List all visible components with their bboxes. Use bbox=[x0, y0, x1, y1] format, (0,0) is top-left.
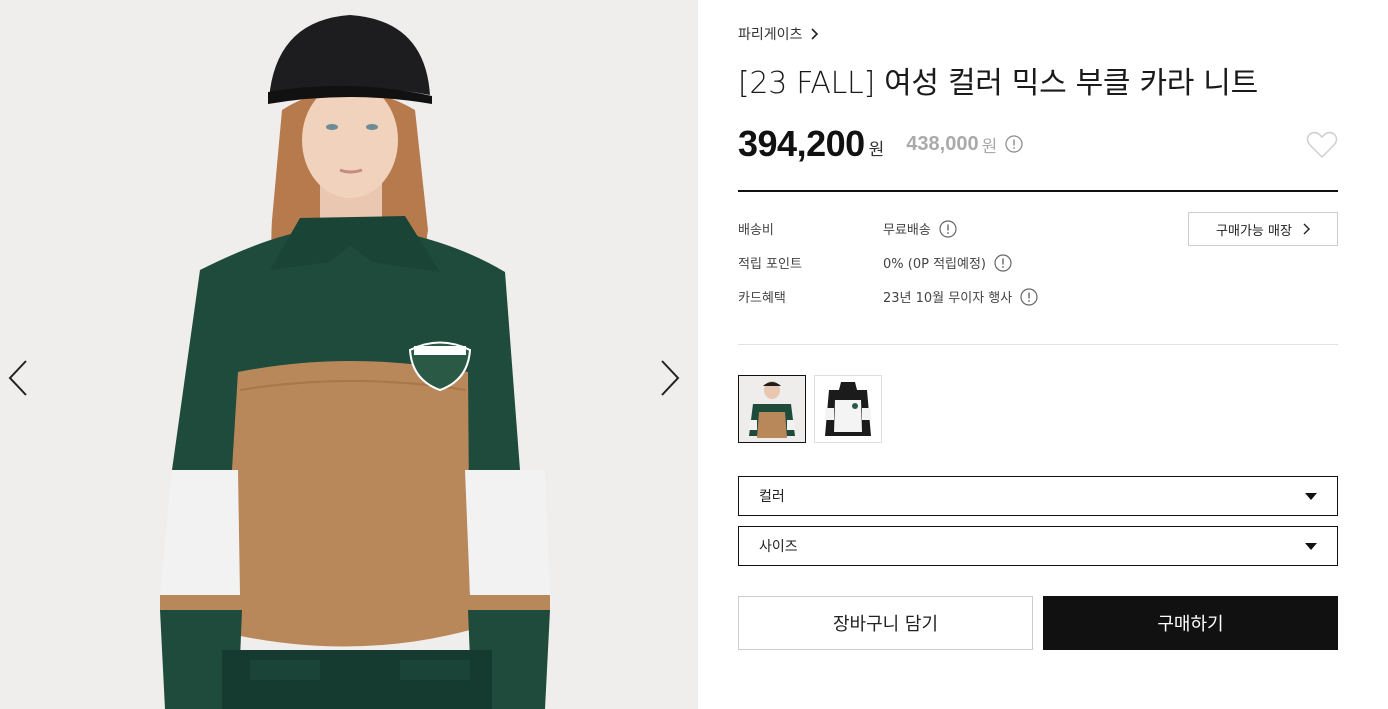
product-main-image bbox=[0, 0, 698, 709]
brand-name: 파리게이츠 bbox=[738, 27, 803, 43]
wishlist-heart-icon[interactable] bbox=[1306, 131, 1338, 159]
price-info-icon[interactable] bbox=[1005, 135, 1023, 153]
color-select-label: 컬러 bbox=[759, 489, 785, 505]
caret-down-icon bbox=[1305, 542, 1317, 550]
size-select[interactable]: 사이즈 bbox=[738, 526, 1338, 566]
shipping-row: 배송비 무료배송 bbox=[738, 219, 957, 238]
color-select[interactable]: 컬러 bbox=[738, 476, 1338, 516]
price-divider bbox=[738, 190, 1338, 192]
brand-link[interactable]: 파리게이츠 bbox=[738, 24, 819, 44]
chevron-right-icon bbox=[811, 28, 819, 40]
caret-down-icon bbox=[1305, 492, 1317, 500]
store-button-label: 구매가능 매장 bbox=[1216, 223, 1292, 239]
shipping-info-icon[interactable] bbox=[939, 219, 957, 238]
sale-price: 394,200 bbox=[738, 123, 865, 164]
sale-price-unit: 원 bbox=[868, 139, 885, 160]
card-benefit-info-icon[interactable] bbox=[1020, 287, 1038, 306]
card-benefit-label: 카드혜택 bbox=[738, 291, 786, 306]
available-store-button[interactable]: 구매가능 매장 bbox=[1188, 212, 1338, 246]
color-thumbnail-green[interactable] bbox=[738, 375, 806, 443]
add-to-cart-button[interactable]: 장바구니 담기 bbox=[738, 596, 1033, 650]
original-price-unit: 원 bbox=[981, 136, 998, 157]
shipping-value: 무료배송 bbox=[883, 223, 931, 238]
product-image-gallery bbox=[0, 0, 698, 709]
original-price: 438,000 bbox=[906, 132, 979, 155]
product-title: [23 FALL] 여성 컬러 믹스 부클 카라 니트 bbox=[738, 66, 1258, 101]
chevron-right-icon bbox=[1303, 223, 1310, 235]
card-benefit-row: 카드혜택 23년 10월 무이자 행사 bbox=[738, 287, 1038, 306]
points-info-icon[interactable] bbox=[994, 253, 1012, 272]
points-row: 적립 포인트 0% (0P 적립예정) bbox=[738, 253, 1012, 272]
shipping-label: 배송비 bbox=[738, 223, 774, 238]
size-select-label: 사이즈 bbox=[759, 539, 798, 555]
points-label: 적립 포인트 bbox=[738, 257, 802, 272]
card-benefit-value: 23년 10월 무이자 행사 bbox=[883, 291, 1013, 306]
thumbnail-image bbox=[815, 376, 881, 442]
buy-now-button[interactable]: 구매하기 bbox=[1043, 596, 1338, 650]
thumbnail-image bbox=[739, 376, 805, 442]
points-value: 0% (0P 적립예정) bbox=[883, 257, 986, 272]
gallery-next-button[interactable] bbox=[652, 355, 686, 401]
details-divider bbox=[738, 344, 1338, 345]
color-thumbnail-black[interactable] bbox=[814, 375, 882, 443]
price-row: 394,200 원 438,000 원 bbox=[738, 120, 1338, 168]
gallery-prev-button[interactable] bbox=[2, 355, 36, 401]
